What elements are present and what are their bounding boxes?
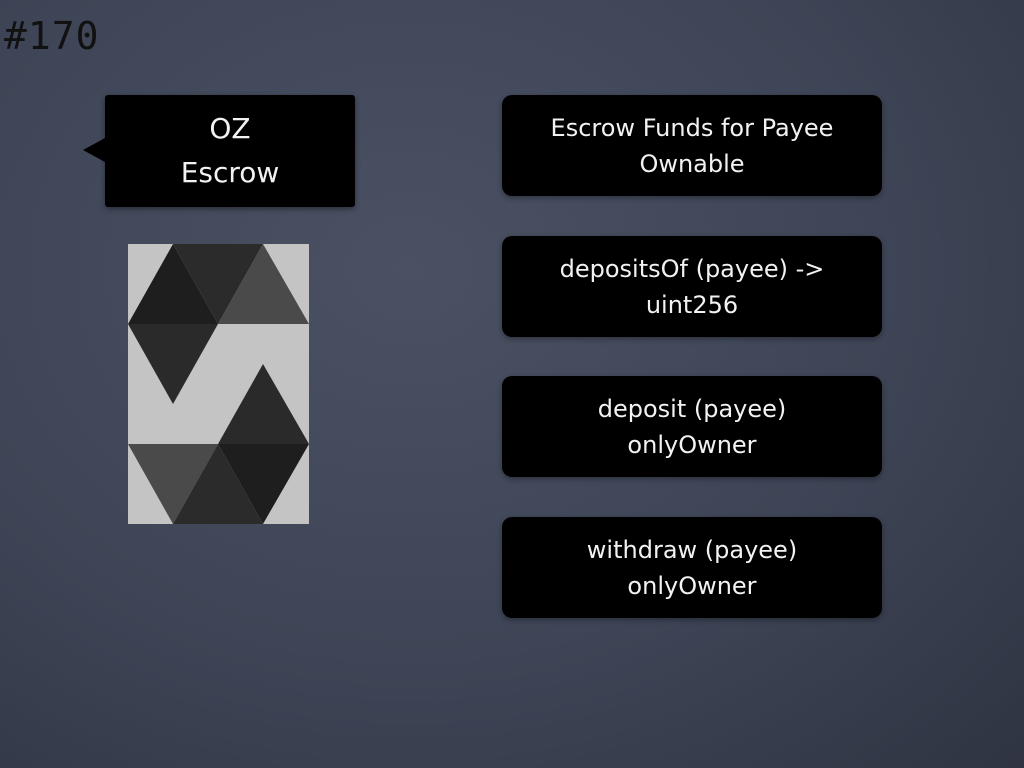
deposit-box: deposit (payee) onlyOwner [502,376,882,477]
slide-number: #170 [4,14,100,58]
callout-title: OZ Escrow [83,95,355,207]
callout-line-1: OZ [209,112,251,145]
box-4-line-2: onlyOwner [627,571,757,600]
box-2-line-2: uint256 [645,290,739,319]
withdraw-box: withdraw (payee) onlyOwner [502,517,882,618]
box-4-line-1: withdraw (payee) [586,535,798,564]
openzeppelin-logo-icon [128,244,309,524]
box-1-line-1: Escrow Funds for Payee [550,113,834,142]
callout-line-2: Escrow [180,156,280,189]
box-3-line-1: deposit (payee) [597,394,787,423]
box-2-line-1: depositsOf (payee) -> [559,254,825,283]
escrow-funds-box: Escrow Funds for Payee Ownable [502,95,882,196]
box-1-line-2: Ownable [639,149,745,178]
deposits-of-box: depositsOf (payee) -> uint256 [502,236,882,337]
box-3-line-2: onlyOwner [627,430,757,459]
